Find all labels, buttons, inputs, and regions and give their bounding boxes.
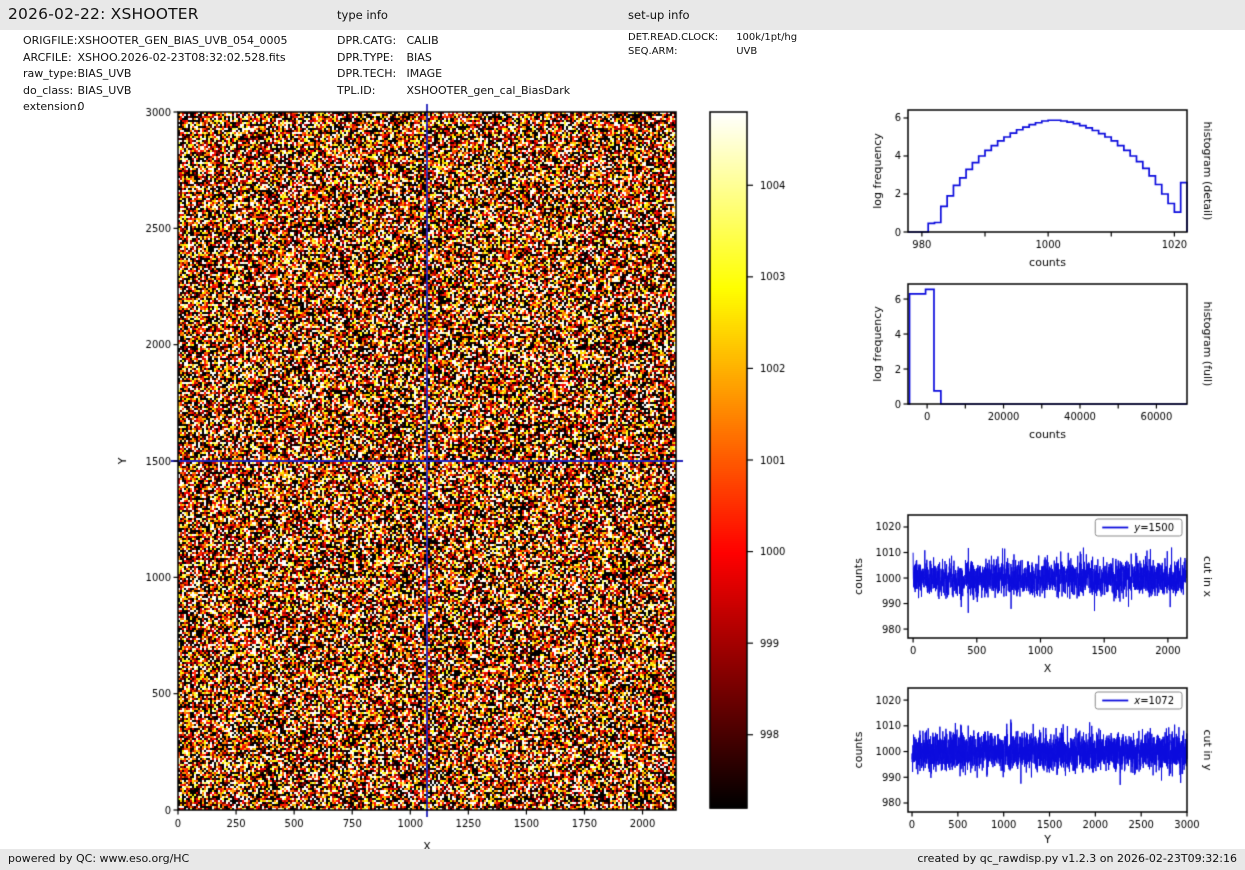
setup-info-heading: set-up info (628, 8, 690, 22)
field-row-seqarm: SEQ.ARM: UVB (628, 45, 797, 59)
doclass-label: do_class: (23, 83, 74, 100)
field-row-rawtype: raw_type: BIAS_UVB (23, 66, 288, 83)
type-info-heading: type info (337, 8, 388, 22)
histogram-detail-plot (840, 95, 1245, 280)
field-row-origfile: ORIGFILE: XSHOOTER_GEN_BIAS_UVB_054_0005 (23, 33, 288, 50)
seqarm-label: SEQ.ARM: (628, 45, 733, 59)
field-row-readclock: DET.READ.CLOCK: 100k/1pt/hg (628, 31, 797, 45)
field-row-arcfile: ARCFILE: XSHOO.2026-02-23T08:32:02.528.f… (23, 50, 288, 67)
colorbar (705, 95, 805, 855)
extension-label: extension: (23, 99, 74, 116)
seqarm-value: UVB (736, 46, 757, 57)
arcfile-value: XSHOO.2026-02-23T08:32:02.528.fits (78, 51, 286, 64)
field-row-dprtech: DPR.TECH: IMAGE (337, 66, 570, 83)
page-title: 2026-02-22: XSHOOTER (8, 5, 199, 23)
dprtech-value: IMAGE (407, 67, 443, 80)
footer-bar: powered by QC: www.eso.org/HC created by… (0, 849, 1245, 870)
cut-in-x-plot (840, 506, 1245, 684)
bias-image-plot (110, 95, 710, 855)
dprcatg-label: DPR.CATG: (337, 33, 403, 50)
dprtech-label: DPR.TECH: (337, 66, 403, 83)
readclock-value: 100k/1pt/hg (736, 32, 797, 43)
footer-powered-by: powered by QC: www.eso.org/HC (8, 852, 189, 865)
field-row-dprcatg: DPR.CATG: CALIB (337, 33, 570, 50)
readclock-label: DET.READ.CLOCK: (628, 31, 733, 45)
cut-in-y-plot (840, 678, 1245, 850)
footer-created-by: created by qc_rawdisp.py v1.2.3 on 2026-… (917, 852, 1237, 865)
histogram-full-plot (840, 278, 1245, 450)
qc-report-page: 2026-02-22: XSHOOTER type info set-up in… (0, 0, 1245, 870)
origfile-label: ORIGFILE: (23, 33, 74, 50)
arcfile-label: ARCFILE: (23, 50, 74, 67)
dprtype-value: BIAS (407, 51, 432, 64)
title-bar: 2026-02-22: XSHOOTER type info set-up in… (0, 0, 1245, 30)
dprcatg-value: CALIB (407, 34, 439, 47)
rawtype-label: raw_type: (23, 66, 74, 83)
field-row-dprtype: DPR.TYPE: BIAS (337, 50, 570, 67)
type-info-block: DPR.CATG: CALIB DPR.TYPE: BIAS DPR.TECH:… (337, 33, 570, 99)
origfile-value: XSHOOTER_GEN_BIAS_UVB_054_0005 (78, 34, 288, 47)
rawtype-value: BIAS_UVB (78, 67, 132, 80)
setup-info-block: DET.READ.CLOCK: 100k/1pt/hg SEQ.ARM: UVB (628, 31, 797, 58)
dprtype-label: DPR.TYPE: (337, 50, 403, 67)
extension-value: 0 (78, 100, 85, 113)
